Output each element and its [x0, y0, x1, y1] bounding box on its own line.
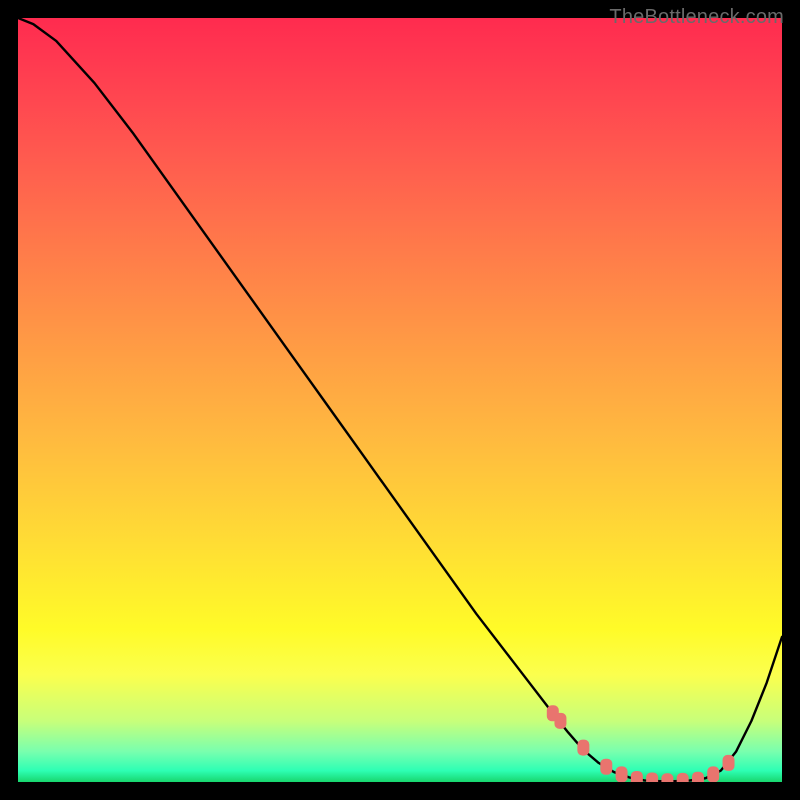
marker-dot [616, 766, 628, 782]
marker-dot [661, 773, 673, 782]
marker-dot [646, 772, 658, 782]
marker-dot [631, 771, 643, 782]
marker-dot [577, 740, 589, 756]
curve-markers [547, 705, 735, 782]
marker-dot [677, 773, 689, 782]
marker-dot [600, 759, 612, 775]
marker-dot [707, 766, 719, 782]
chart-svg [18, 18, 782, 782]
plot-area [18, 18, 782, 782]
marker-dot [723, 755, 735, 771]
curve-line [18, 18, 782, 781]
marker-dot [692, 772, 704, 782]
watermark-text: TheBottleneck.com [609, 6, 784, 29]
marker-dot [554, 713, 566, 729]
